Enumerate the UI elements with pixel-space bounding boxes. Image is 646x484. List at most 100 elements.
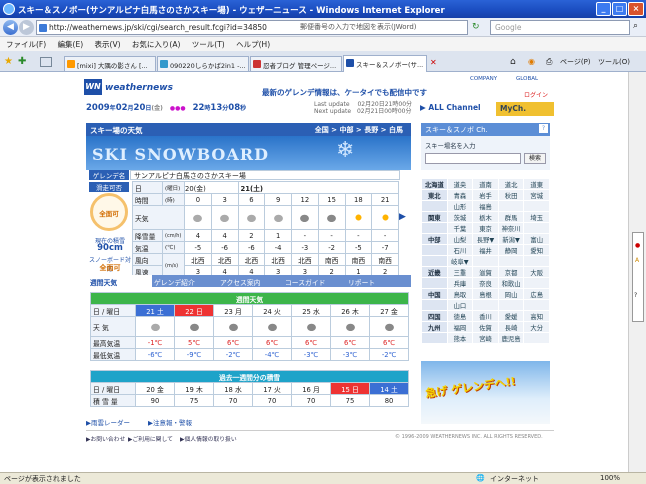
- prefecture-link[interactable]: 福井: [472, 244, 499, 256]
- refresh-icon[interactable]: ↻: [472, 22, 480, 32]
- breadcrumb-hakuba[interactable]: 白馬: [389, 126, 403, 134]
- prefecture-link[interactable]: 長野▼: [472, 233, 499, 245]
- prefecture-link[interactable]: 道央: [446, 178, 474, 190]
- prefecture-link[interactable]: 佐賀: [472, 321, 499, 333]
- mych-tab[interactable]: MyCh.: [496, 102, 554, 116]
- search-input[interactable]: Google: [490, 20, 630, 35]
- prefecture-link[interactable]: 山梨: [446, 233, 474, 245]
- tab-shirakaba[interactable]: 090220しらかば2in1 -...: [157, 56, 249, 71]
- prefecture-link[interactable]: 道東: [523, 178, 550, 190]
- tools-menu[interactable]: ツール(O): [598, 57, 630, 67]
- prefecture-link[interactable]: 奈良: [472, 277, 499, 289]
- prefecture-link[interactable]: 熊本: [446, 332, 474, 344]
- prefecture-link[interactable]: 神奈川: [497, 222, 525, 234]
- tool-icon[interactable]: ●: [635, 242, 640, 249]
- add-favorites-icon[interactable]: ✚: [18, 56, 26, 67]
- jword-placeholder[interactable]: 郵便番号の入力で地図を表示(JWord): [300, 22, 417, 32]
- prefecture-link[interactable]: 三重: [446, 266, 474, 278]
- prefecture-link[interactable]: 道北: [497, 178, 525, 190]
- back-button[interactable]: ◀: [3, 20, 18, 35]
- menu-view[interactable]: 表示(V): [95, 40, 121, 49]
- menu-edit[interactable]: 編集(E): [58, 40, 84, 49]
- prefecture-link[interactable]: 秋田: [497, 189, 525, 201]
- tab-ski-active[interactable]: スキー＆スノボー(サ...: [343, 55, 427, 72]
- tab-intro[interactable]: ゲレンデ紹介: [154, 277, 195, 287]
- prefecture-link[interactable]: 富山: [523, 233, 550, 245]
- prefecture-link[interactable]: 静岡: [497, 244, 525, 256]
- tab-weekly[interactable]: 週間天気: [86, 275, 152, 287]
- prefecture-link[interactable]: 兵庫: [446, 277, 474, 289]
- next-arrow-icon[interactable]: ▶: [399, 212, 406, 222]
- prefecture-link[interactable]: 岩手: [472, 189, 499, 201]
- zoom-level[interactable]: 100%: [600, 474, 620, 482]
- menu-tools[interactable]: ツール(T): [192, 40, 225, 49]
- ad-banner[interactable]: 急げ ゲレンデへ!!: [421, 361, 550, 424]
- contact-link[interactable]: ▶お問い合わせ: [86, 434, 125, 443]
- prefecture-link[interactable]: 鳥取: [446, 288, 474, 300]
- prefecture-link[interactable]: 鹿児島: [497, 332, 525, 344]
- prefecture-link[interactable]: 愛知: [523, 244, 550, 256]
- prefecture-link[interactable]: 宮崎: [472, 332, 499, 344]
- prefecture-link[interactable]: 岡山: [497, 288, 525, 300]
- prefecture-link[interactable]: 新潟▼: [497, 233, 525, 245]
- prefecture-link[interactable]: 高知: [523, 310, 550, 322]
- prefecture-link[interactable]: 宮城: [523, 189, 550, 201]
- prefecture-link[interactable]: 和歌山: [497, 277, 525, 289]
- prefecture-link[interactable]: 島根: [472, 288, 499, 300]
- resort-search-input[interactable]: [425, 153, 521, 164]
- close-button[interactable]: ×: [628, 2, 644, 16]
- prefecture-link[interactable]: 京都: [497, 266, 525, 278]
- tab-ninja-blog[interactable]: 忍者ブログ 管理ページ...: [250, 56, 342, 71]
- feeds-icon[interactable]: ◉: [528, 57, 535, 66]
- prefecture-link[interactable]: 埼玉: [523, 211, 550, 223]
- prefecture-link[interactable]: 群馬: [497, 211, 525, 223]
- tab-mixi[interactable]: [mixi] 大隅の影さん [...: [64, 56, 156, 71]
- prefecture-link[interactable]: 長崎: [497, 321, 525, 333]
- prefecture-link[interactable]: 愛媛: [497, 310, 525, 322]
- company-link[interactable]: COMPANY: [470, 76, 497, 82]
- prefecture-link[interactable]: 東京: [472, 222, 499, 234]
- privacy-link[interactable]: ▶個人情報の取り扱い: [180, 434, 237, 443]
- search-icon[interactable]: ⌕: [633, 21, 638, 31]
- close-tab-icon[interactable]: ✕: [430, 58, 437, 67]
- terms-link[interactable]: ▶ご利用に関して: [128, 434, 173, 443]
- warning-link[interactable]: ▶注意報・警報: [148, 417, 192, 427]
- minimize-button[interactable]: _: [596, 2, 611, 16]
- tab-access[interactable]: アクセス案内: [220, 277, 260, 287]
- menu-file[interactable]: ファイル(F): [6, 40, 46, 49]
- tab-report[interactable]: リポート: [348, 277, 375, 287]
- favorites-star-icon[interactable]: ★: [4, 56, 13, 67]
- prefecture-link[interactable]: 大分: [523, 321, 550, 333]
- global-link[interactable]: GLOBAL: [516, 76, 538, 82]
- home-icon[interactable]: ⌂: [510, 57, 516, 67]
- prefecture-link[interactable]: 徳島: [446, 310, 474, 322]
- prefecture-link[interactable]: 大阪: [523, 266, 550, 278]
- prefecture-link[interactable]: 福島: [472, 200, 499, 212]
- prefecture-link[interactable]: 広島: [523, 288, 550, 300]
- prefecture-link[interactable]: 滋賀: [472, 266, 499, 278]
- prefecture-link[interactable]: 山口: [446, 299, 474, 311]
- tool-icon[interactable]: A: [635, 257, 639, 264]
- tool-icon[interactable]: ?: [634, 292, 637, 299]
- prefecture-link[interactable]: 山形: [446, 200, 474, 212]
- menu-favorites[interactable]: お気に入り(A): [132, 40, 180, 49]
- prefecture-link[interactable]: 青森: [446, 189, 474, 201]
- prefecture-link[interactable]: 石川: [446, 244, 474, 256]
- menu-help[interactable]: ヘルプ(H): [236, 40, 270, 49]
- prefecture-link[interactable]: 茨城: [446, 211, 474, 223]
- page-menu[interactable]: ページ(P): [560, 57, 591, 67]
- all-channel-tab[interactable]: ▶ ALL Channel: [420, 103, 496, 116]
- prefecture-link[interactable]: 香川: [472, 310, 499, 322]
- prefecture-link[interactable]: 栃木: [472, 211, 499, 223]
- breadcrumb-all[interactable]: 全国: [315, 126, 329, 134]
- breadcrumb-chubu[interactable]: 中部: [340, 126, 354, 134]
- login-link[interactable]: ログイン: [524, 90, 548, 99]
- help-icon[interactable]: ?: [539, 124, 548, 133]
- breadcrumb-nagano[interactable]: 長野: [364, 126, 378, 134]
- prefecture-link[interactable]: 岐阜▼: [446, 255, 474, 267]
- mobile-promo[interactable]: 最新のゲレンデ情報は、ケータイでも配信中です: [262, 87, 427, 98]
- prefecture-link[interactable]: 千葉: [446, 222, 474, 234]
- forward-button[interactable]: ▶: [19, 20, 34, 35]
- weathernews-logo[interactable]: WN weathernews: [84, 79, 244, 97]
- quick-tabs-icon[interactable]: [40, 57, 52, 67]
